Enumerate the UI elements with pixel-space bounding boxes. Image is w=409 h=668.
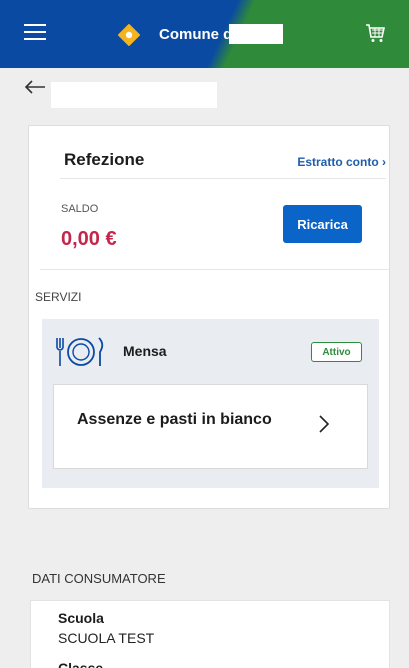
chevron-right-icon[interactable]	[318, 414, 330, 434]
classe-label: Classe	[58, 660, 104, 668]
ricarica-button[interactable]: Ricarica	[283, 205, 362, 243]
saldo-value: 0,00 €	[61, 228, 117, 250]
estratto-conto-link[interactable]: Estratto conto ›	[297, 155, 386, 169]
comune-name-redacted	[229, 24, 283, 44]
scuola-value: SCUOLA TEST	[58, 630, 155, 646]
status-badge: Attivo	[311, 342, 362, 362]
hamburger-menu-icon[interactable]	[24, 23, 46, 41]
mensa-service-name: Mensa	[123, 343, 167, 359]
comune-logo-icon	[118, 24, 140, 46]
back-arrow-icon[interactable]	[24, 79, 46, 95]
refezione-title: Refezione	[64, 150, 145, 169]
servizi-heading: SERVIZI	[35, 290, 82, 304]
plate-cutlery-icon	[56, 337, 104, 366]
divider	[40, 269, 390, 270]
scuola-label: Scuola	[58, 610, 104, 626]
app-header: Comune di	[0, 0, 409, 68]
divider	[60, 178, 386, 179]
saldo-label: SALDO	[61, 203, 99, 215]
brand-title: Comune di	[159, 26, 237, 43]
dati-consumatore-heading: DATI CONSUMATORE	[32, 571, 166, 586]
breadcrumb-redacted	[51, 82, 217, 108]
shopping-cart-icon[interactable]	[364, 22, 386, 44]
assenze-pasti-label[interactable]: Assenze e pasti in bianco	[77, 409, 287, 431]
